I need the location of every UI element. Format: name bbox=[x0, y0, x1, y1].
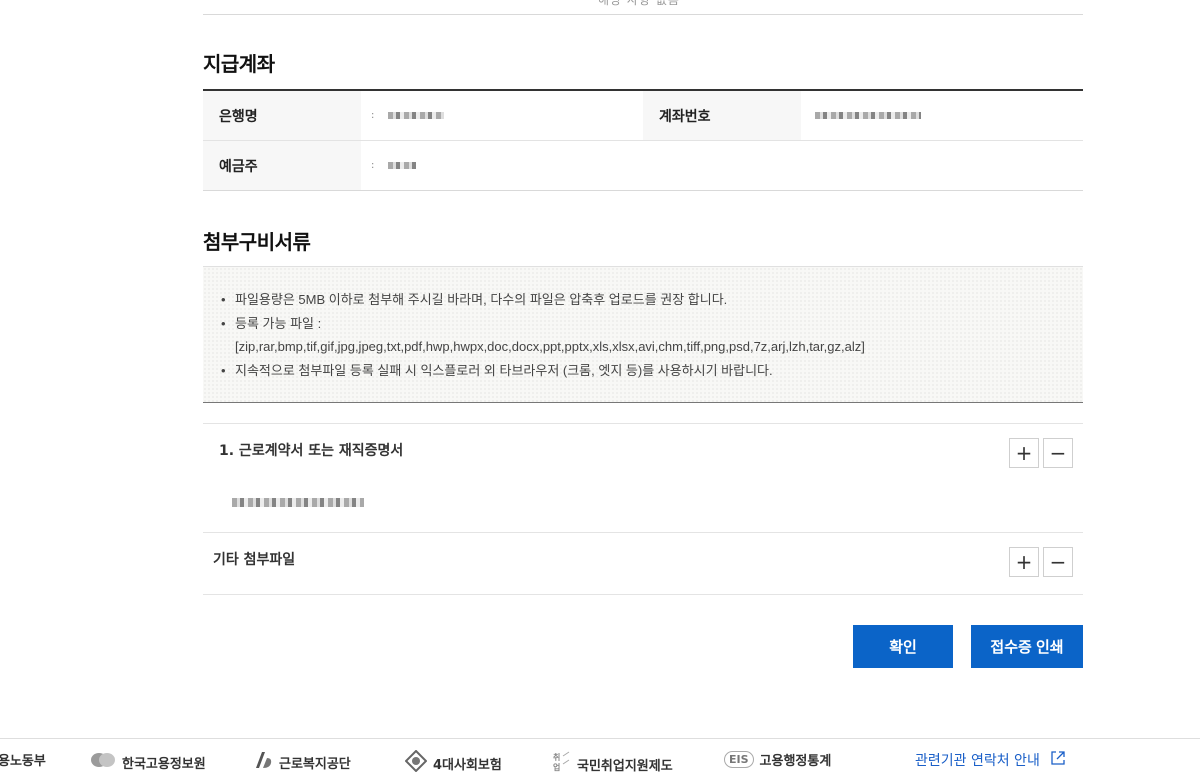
svg-text:취: 취 bbox=[553, 752, 560, 762]
footer-link-moel[interactable]: 용노동부 bbox=[0, 750, 46, 769]
confirm-button[interactable]: 확인 bbox=[853, 625, 953, 668]
footer-item-label: 용노동부 bbox=[0, 754, 46, 769]
divider bbox=[203, 532, 1083, 533]
account-section-title: 지급계좌 bbox=[203, 52, 275, 76]
account-table: 은행명 : 계좌번호 예금주 : bbox=[203, 89, 1083, 191]
add-file-button[interactable]: + bbox=[1009, 438, 1039, 468]
footer-related-sites: 용노동부 한국고용정보원 근로복지공단 4대사회보험 취업 국민취업지원제도 E… bbox=[0, 738, 1200, 774]
account-holder-value: : bbox=[361, 141, 615, 190]
add-file-button[interactable]: + bbox=[1009, 547, 1039, 577]
account-number-label: 계좌번호 bbox=[643, 91, 801, 140]
account-holder-label: 예금주 bbox=[203, 141, 361, 190]
external-link-icon bbox=[1050, 750, 1066, 770]
related-contacts-link[interactable]: 관련기관 연락처 안내 bbox=[915, 750, 1066, 770]
previous-section-value: 해당 사항 없음 bbox=[598, 0, 680, 7]
divider bbox=[203, 423, 1083, 424]
notice-item: 등록 가능 파일 : bbox=[221, 312, 1083, 336]
redacted-value bbox=[388, 112, 445, 119]
allowed-extensions: [zip,rar,bmp,tif,gif,jpg,jpeg,txt,pdf,hw… bbox=[235, 339, 865, 354]
attachment-group-label: 기타 첨부파일 bbox=[213, 552, 296, 568]
footer-item-label: 고용행정통계 bbox=[759, 754, 832, 769]
comwel-logo-icon bbox=[253, 750, 273, 774]
footer-link-kua[interactable]: 취업 국민취업지원제도 bbox=[551, 750, 673, 774]
footer-item-label: 한국고용정보원 bbox=[122, 756, 206, 772]
4insure-logo-icon bbox=[404, 749, 428, 774]
redacted-value bbox=[815, 112, 921, 119]
kua-logo-icon: 취업 bbox=[551, 750, 571, 774]
remove-file-button[interactable]: − bbox=[1043, 547, 1073, 577]
bank-name-value: : bbox=[361, 91, 643, 140]
footer-item-label: 4대사회보험 bbox=[433, 757, 502, 773]
account-number-value bbox=[801, 91, 1083, 140]
table-row: 예금주 : bbox=[203, 141, 1083, 191]
footer-item-label: 근로복지공단 bbox=[279, 756, 351, 772]
notice-item: 파일용량은 5MB 이하로 첨부해 주시길 바라며, 다수의 파일은 압축후 업… bbox=[221, 288, 1083, 312]
svg-text:업: 업 bbox=[553, 762, 560, 772]
remove-file-button[interactable]: − bbox=[1043, 438, 1073, 468]
footer-link-4insure[interactable]: 4대사회보험 bbox=[404, 749, 502, 774]
attachment-notice-box: 파일용량은 5MB 이하로 첨부해 주시길 바라며, 다수의 파일은 압축후 업… bbox=[203, 266, 1083, 403]
related-contacts-label: 관련기관 연락처 안내 bbox=[915, 753, 1040, 769]
print-receipt-button[interactable]: 접수증 인쇄 bbox=[971, 625, 1083, 668]
divider bbox=[203, 14, 1083, 15]
divider bbox=[203, 594, 1083, 595]
bank-name-label: 은행명 bbox=[203, 91, 361, 140]
attachment-group-label: 1. 근로계약서 또는 재직증명서 bbox=[219, 443, 404, 459]
eis-logo-icon: EIS bbox=[724, 751, 754, 768]
keis-logo-icon bbox=[90, 750, 116, 774]
table-row: 은행명 : 계좌번호 bbox=[203, 91, 1083, 141]
footer-link-comwel[interactable]: 근로복지공단 bbox=[253, 750, 351, 774]
footer-item-label: 국민취업지원제도 bbox=[577, 758, 673, 774]
attached-file-name[interactable] bbox=[232, 498, 364, 507]
footer-link-eis[interactable]: EIS 고용행정통계 bbox=[724, 750, 831, 769]
notice-item: 지속적으로 첨부파일 등록 실패 시 익스플로러 외 타브라우저 (크롬, 엣지… bbox=[221, 359, 1083, 383]
redacted-value bbox=[388, 162, 417, 169]
footer-link-keis[interactable]: 한국고용정보원 bbox=[90, 750, 206, 774]
attachments-section-title: 첨부구비서류 bbox=[203, 230, 311, 254]
